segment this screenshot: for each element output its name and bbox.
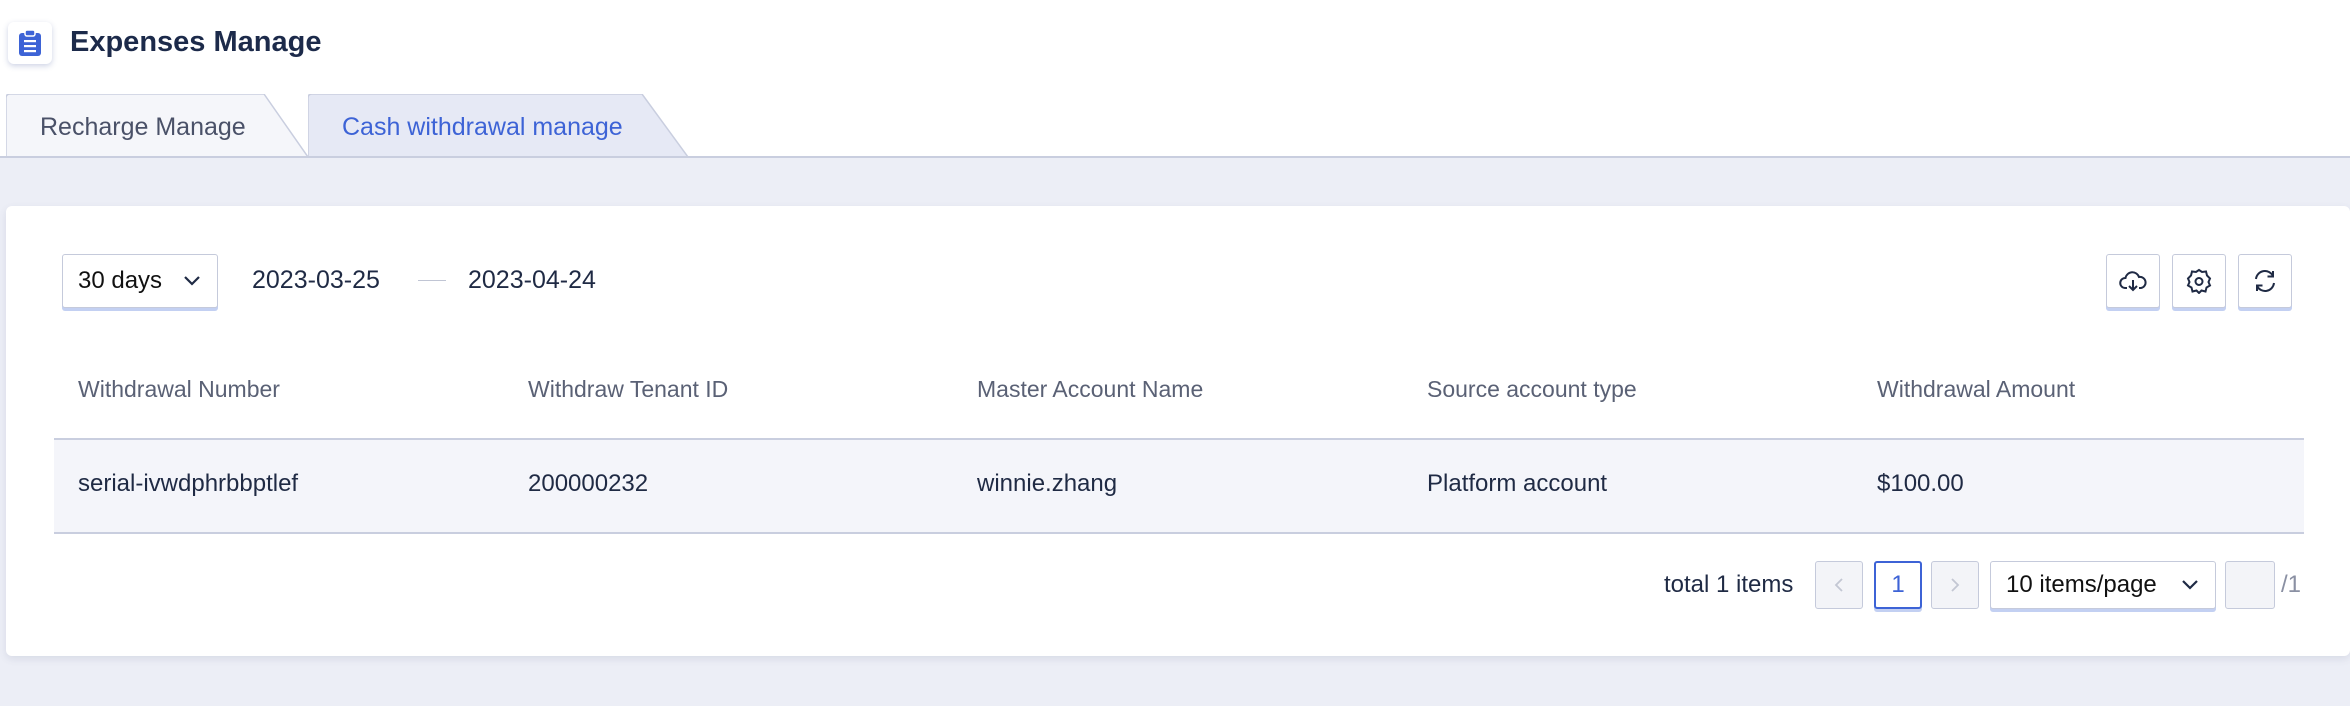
refresh-button[interactable] [2238, 254, 2292, 308]
column-header: Source account type [1427, 376, 1637, 402]
tabs-divider [0, 156, 2350, 158]
table-cell: winnie.zhang [977, 470, 1118, 497]
table-cell: Platform account [1427, 470, 1608, 497]
cloud-download-icon [2119, 271, 2147, 292]
download-button[interactable] [2106, 254, 2160, 308]
tab-recharge-manage[interactable]: Recharge Manage [6, 94, 310, 157]
table-cell: 200000232 [528, 470, 649, 497]
settings-button[interactable] [2172, 254, 2226, 308]
tab-label: Recharge Manage [40, 113, 246, 141]
refresh-icon [2255, 270, 2275, 292]
chevron-left-icon [1834, 578, 1843, 592]
start-date[interactable]: 2023-03-25 [252, 266, 380, 295]
chevron-down-icon [2182, 580, 2198, 590]
tab-label: Cash withdrawal manage [342, 113, 623, 141]
table-row[interactable]: serial-ivwdphrbbptlef 200000232 winnie.z… [54, 440, 2304, 534]
page-size-select[interactable]: 10 items/page [1990, 561, 2216, 609]
end-date[interactable]: 2023-04-24 [468, 266, 596, 295]
previous-page-button[interactable] [1815, 561, 1863, 609]
page-number-button[interactable]: 1 [1874, 561, 1922, 609]
tab-cash-withdrawal-manage[interactable]: Cash withdrawal manage [308, 94, 690, 157]
total-items-label: total 1 items [1664, 571, 1794, 598]
top-bar: Expenses Manage Recharge Manage Cash wit… [0, 0, 2350, 158]
table-cell: serial-ivwdphrbbptlef [78, 470, 299, 497]
page-title: Expenses Manage [70, 26, 322, 58]
date-range-select[interactable]: 30 days [62, 254, 218, 308]
withdrawal-table: Withdrawal Number Withdraw Tenant ID Mas… [54, 346, 2304, 534]
next-page-button[interactable] [1931, 561, 1979, 609]
clipboard-icon [8, 22, 52, 64]
gear-icon [2186, 268, 2212, 294]
chevron-right-icon [1951, 578, 1960, 592]
table-header: Withdrawal Number Withdraw Tenant ID Mas… [54, 346, 2304, 440]
column-header: Withdraw Tenant ID [528, 376, 729, 402]
column-header: Withdrawal Number [78, 376, 280, 402]
column-header: Withdrawal Amount [1877, 376, 2076, 402]
table-cell: $100.00 [1877, 470, 1964, 497]
date-separator [418, 280, 446, 281]
page-total-label: /1 [2281, 571, 2302, 598]
date-range-value: 30 days [78, 267, 163, 294]
content-card: 30 days 2023-03-25 2023-04-24 Withdrawal… [6, 206, 2350, 656]
page-size-value: 10 items/page [2006, 571, 2157, 598]
chevron-down-icon [184, 276, 200, 286]
page-jump-input[interactable] [2225, 561, 2275, 609]
column-header: Master Account Name [977, 376, 1204, 402]
